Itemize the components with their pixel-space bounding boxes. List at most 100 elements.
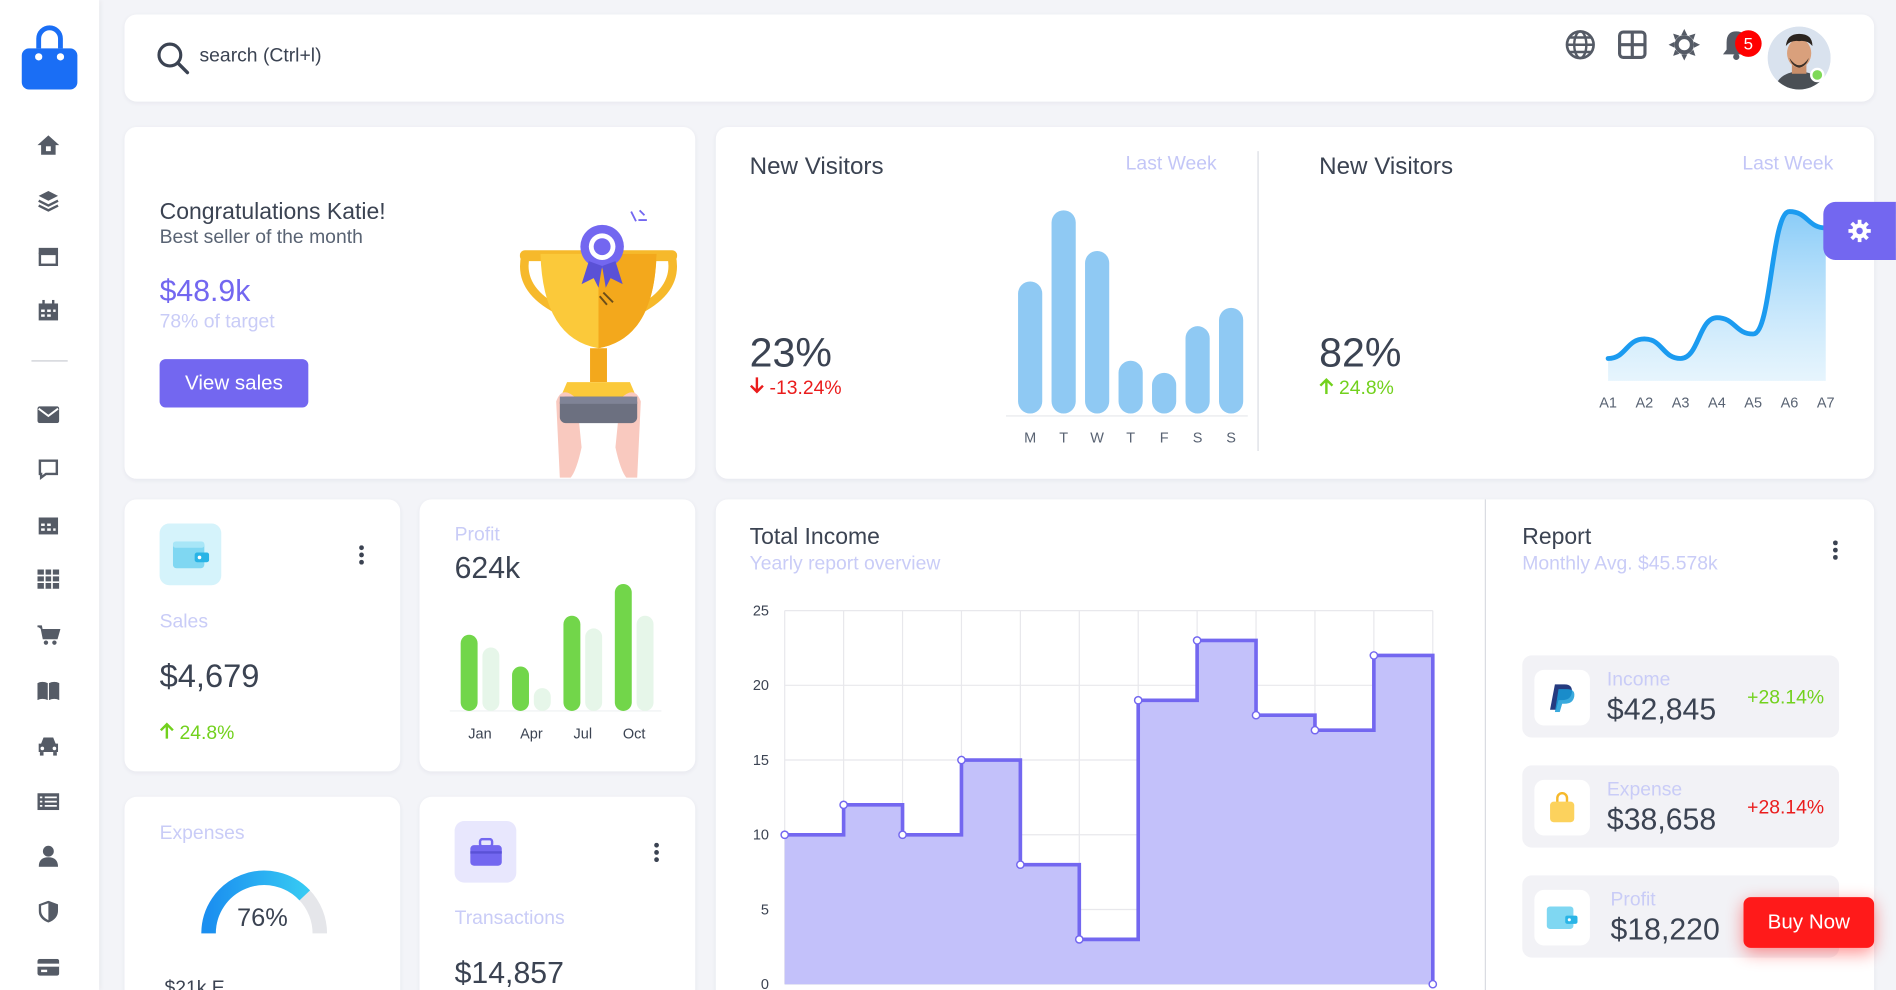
income-area-fill (784, 640, 1433, 985)
visitors-bar-tick: F (1160, 431, 1169, 447)
shopping-bag-logo-icon[interactable] (21, 24, 79, 90)
sales-more-icon[interactable] (355, 543, 367, 567)
visitors-line-tick: A2 (1636, 395, 1654, 411)
report-more-icon[interactable] (1829, 538, 1841, 562)
visitors-line-tick: A5 (1744, 395, 1762, 411)
search-input[interactable] (199, 45, 684, 68)
paypal-icon (1534, 669, 1590, 726)
total-income-step-chart: 0 5 10 15 20 25 (753, 603, 1438, 990)
visitors-bar-period[interactable]: Last Week (1126, 154, 1217, 176)
visitors-bar-tick: W (1090, 431, 1104, 447)
gear-icon (1848, 219, 1871, 243)
cart-icon[interactable] (34, 620, 63, 649)
wallet-icon (159, 523, 222, 586)
calendar-grid-icon[interactable] (34, 510, 63, 539)
visitors-bar-tick: S (1226, 431, 1236, 447)
income-point (957, 755, 966, 765)
expenses-percent: 76% (236, 904, 288, 933)
profit-bar (563, 615, 581, 711)
shield-icon[interactable] (34, 897, 63, 926)
sidebar (0, 0, 100, 990)
income-point (898, 830, 907, 840)
visitors-line-percent: 82% (1319, 330, 1402, 377)
mail-icon[interactable] (34, 400, 63, 429)
income-point (1369, 651, 1379, 660)
calendar-icon[interactable] (34, 296, 63, 325)
congrats-target: 78% of target (159, 311, 275, 333)
profit-bar (614, 583, 632, 711)
dashboard: 5 Congratulations Katie! Best seller of … (0, 0, 1896, 990)
chat-icon[interactable] (34, 455, 63, 484)
arrow-up-icon (1319, 377, 1334, 395)
sales-change: 24.8% (179, 723, 235, 744)
income-point (1428, 979, 1438, 989)
table-icon[interactable] (34, 565, 63, 594)
settings-sun-icon[interactable] (1668, 29, 1700, 61)
profit-label: Profit (454, 524, 500, 546)
transactions-value: $14,857 (454, 956, 564, 990)
home-icon[interactable] (34, 131, 63, 160)
visitors-line-tick: A6 (1781, 395, 1799, 411)
visitors-bar-percent: 23% (749, 330, 832, 377)
buy-now-button[interactable]: Buy Now (1743, 897, 1875, 948)
congrats-card: Congratulations Katie! Best seller of th… (124, 126, 696, 479)
profit-tick: Jan (468, 727, 491, 743)
visitors-bar (1051, 210, 1076, 414)
view-sales-button[interactable]: View sales (159, 359, 309, 408)
visitors-line-title: New Visitors (1319, 153, 1454, 181)
visitors-bar (1118, 360, 1143, 414)
sidebar-divider (31, 360, 68, 362)
income-point (839, 800, 848, 810)
income-point (1016, 860, 1025, 870)
report-expense-label: Expense (1606, 779, 1683, 801)
credit-card-icon[interactable] (34, 953, 63, 982)
report-expense-value: $38,658 (1606, 802, 1717, 837)
visitors-bar-tick: M (1024, 431, 1036, 447)
visitors-bar-title: New Visitors (749, 153, 884, 181)
visitors-bar (1219, 307, 1244, 414)
profit-tick: Jul (574, 727, 593, 743)
report-item-expense[interactable]: Expense $38,658 +28.14% (1522, 765, 1840, 848)
transactions-card: Transactions $14,857 (419, 796, 696, 990)
list-icon[interactable] (34, 787, 63, 816)
store-icon[interactable] (34, 242, 63, 271)
book-icon[interactable] (34, 676, 63, 705)
profit-bar (636, 615, 654, 711)
congrats-amount: $48.9k (159, 274, 251, 309)
briefcase-icon (454, 820, 517, 883)
transactions-more-icon[interactable] (650, 840, 662, 864)
customizer-gear-button[interactable] (1823, 201, 1896, 260)
expenses-card: Expenses 76% $21k E (124, 796, 401, 990)
user-icon[interactable] (34, 842, 63, 871)
sales-change-row: 24.8% (159, 722, 235, 745)
notification-badge: 5 (1735, 30, 1762, 57)
income-point (1310, 725, 1320, 735)
income-point (1074, 935, 1084, 944)
car-icon[interactable] (34, 732, 63, 761)
report-profit-value: $18,220 (1610, 912, 1720, 947)
apps-grid-icon[interactable] (1617, 29, 1648, 60)
profit-tick: Oct (623, 727, 646, 743)
visitors-divider (1257, 151, 1259, 451)
visitors-line-period[interactable]: Last Week (1742, 154, 1833, 176)
online-status-dot (1810, 67, 1825, 83)
report-subtitle: Monthly Avg. $45.578k (1522, 553, 1718, 575)
visitors-bar (1085, 251, 1110, 414)
globe-icon[interactable] (1565, 29, 1596, 60)
expenses-label: Expenses (159, 823, 245, 844)
report-item-income[interactable]: Income $42,845 +28.14% (1522, 655, 1840, 738)
layers-icon[interactable] (34, 186, 63, 215)
search-icon[interactable] (156, 41, 190, 75)
income-point (1192, 636, 1202, 645)
visitors-bar-tick: T (1126, 431, 1135, 447)
visitors-line-tick: A1 (1599, 395, 1617, 411)
visitors-bar-change-row: -13.24% (749, 377, 842, 400)
income-y-tick: 5 (761, 902, 769, 918)
visitors-bar (1018, 281, 1043, 414)
visitors-line-change-row: 24.8% (1319, 377, 1394, 400)
report-title: Report (1522, 524, 1592, 551)
visitors-bar-tick: T (1059, 431, 1068, 447)
congrats-subtitle: Best seller of the month (159, 227, 363, 248)
report-profit-label: Profit (1610, 889, 1656, 911)
visitors-line-tick: A4 (1708, 395, 1726, 411)
